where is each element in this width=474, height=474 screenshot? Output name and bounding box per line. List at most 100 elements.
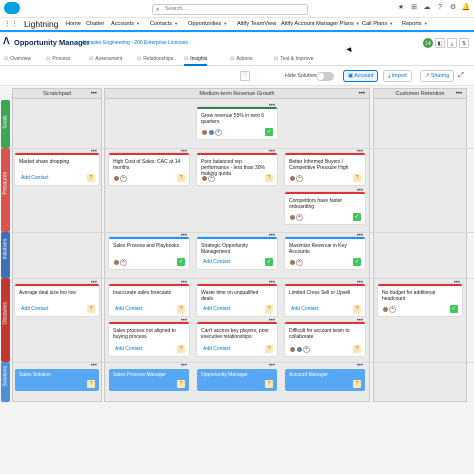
question-icon[interactable]: ? <box>353 380 361 388</box>
check-icon[interactable]: ✓ <box>177 258 185 266</box>
avatar[interactable] <box>289 259 296 266</box>
question-icon[interactable]: ? <box>177 174 185 182</box>
more-icon[interactable]: ••• <box>357 188 363 194</box>
question-icon[interactable]: ? <box>353 345 361 353</box>
question-icon[interactable]: ? <box>265 174 273 182</box>
avatar[interactable] <box>113 259 120 266</box>
add-contact-link[interactable]: Add Contact <box>115 306 143 312</box>
question-icon[interactable]: ? <box>177 345 185 353</box>
solution-card-opportunity-manager[interactable]: ••• Opportunity Manager ? <box>197 363 277 391</box>
question-icon[interactable]: ? <box>177 305 185 313</box>
more-icon[interactable]: ••• <box>91 363 97 369</box>
add-contact-link[interactable]: Add Contact <box>21 306 49 312</box>
avatar[interactable] <box>113 175 120 182</box>
add-contact-icon[interactable]: + <box>120 175 127 182</box>
add-contact-link[interactable]: Add Contact <box>203 306 231 312</box>
more-icon[interactable]: ••• <box>357 363 363 369</box>
add-contact-icon[interactable]: + <box>389 306 396 313</box>
avatar[interactable] <box>201 129 208 136</box>
app-launcher-icon[interactable]: ⋮⋮ <box>4 21 18 29</box>
nav-accounts[interactable]: Accounts ▼ <box>111 21 140 27</box>
insight-card-wasted-time[interactable]: ••• Waste time on unqualified deals Add … <box>197 280 277 316</box>
more-icon[interactable]: ••• <box>269 149 275 155</box>
chevron-down-icon[interactable]: ▼ <box>424 21 428 26</box>
check-icon[interactable]: ✓ <box>265 128 273 136</box>
avatar[interactable] <box>208 129 215 136</box>
question-icon[interactable]: ? <box>177 380 185 388</box>
more-icon[interactable]: ••• <box>91 149 97 155</box>
more-icon[interactable]: ••• <box>357 149 363 155</box>
chevron-down-icon[interactable]: ▼ <box>136 21 140 26</box>
avatar[interactable] <box>289 214 296 221</box>
tab-test-improve[interactable]: ⊟ Test & Improve <box>274 56 314 62</box>
add-contact-icon[interactable]: + <box>208 175 215 182</box>
more-icon[interactable]: ••• <box>357 318 363 324</box>
favorite-icon[interactable]: ♡ <box>240 71 250 81</box>
insight-card-difficult[interactable]: ••• Difficult for account team to collab… <box>285 318 365 356</box>
question-icon[interactable]: ? <box>87 380 95 388</box>
nav-call-plans[interactable]: Call Plans ▼ <box>362 21 393 27</box>
add-contact-link[interactable]: Add Contact <box>21 175 49 181</box>
add-contact-icon[interactable]: + <box>120 259 127 266</box>
insight-card-maximize-revenue[interactable]: ••• Maximize Revenue in Key Accounts + ✓ <box>285 233 365 269</box>
question-icon[interactable]: ? <box>87 305 95 313</box>
add-contact-link[interactable]: Add Contact <box>115 346 143 352</box>
insight-card-poor-rep[interactable]: ••• Poor balanced rep performance - less… <box>197 149 277 185</box>
sharing-button[interactable]: ↗ Sharing <box>420 70 455 82</box>
avatar[interactable] <box>382 306 389 313</box>
more-icon[interactable]: ••• <box>181 318 187 324</box>
insight-card-not-aligned[interactable]: ••• Sales process not aligned to buying … <box>109 318 189 356</box>
help-icon[interactable]: ? <box>435 3 445 13</box>
tab-insights[interactable]: ⊟ Insights <box>184 56 208 66</box>
nav-contacts[interactable]: Contacts ▼ <box>150 21 178 27</box>
score-badge[interactable]: 14 <box>423 38 433 48</box>
insight-card-high-cost[interactable]: ••• High Cost of Sales: CAC at 14 months… <box>109 149 189 185</box>
question-icon[interactable]: ? <box>87 174 95 182</box>
question-icon[interactable]: ? <box>265 345 273 353</box>
chevron-down-icon[interactable]: ▼ <box>174 21 178 26</box>
more-icon[interactable]: ••• <box>454 280 460 286</box>
avatar[interactable] <box>289 346 296 353</box>
more-icon[interactable]: ••• <box>357 280 363 286</box>
setup-icon[interactable]: ☁ <box>422 3 432 13</box>
insight-card-avg-deal[interactable]: ••• Average deal size too low Add Contac… <box>15 280 99 316</box>
more-icon[interactable]: ••• <box>181 149 187 155</box>
add-contact-link[interactable]: Add Contact <box>203 259 231 265</box>
insight-card-better-buyers[interactable]: ••• Better Informed Buyers / Competitive… <box>285 149 365 185</box>
tab-relationships[interactable]: ⊟ Relationships <box>137 56 173 62</box>
gear-icon[interactable]: ⚙ <box>448 3 458 13</box>
favorites-icon[interactable]: ★ <box>396 3 406 13</box>
check-icon[interactable]: ✓ <box>353 258 361 266</box>
expand-icon[interactable]: ⤢ <box>456 71 466 81</box>
nav-home[interactable]: Home <box>66 21 81 27</box>
opportunity-link[interactable]: Ancaster Engineering - 200 Enterprise Li… <box>82 40 188 46</box>
salesforce-logo-icon[interactable] <box>4 2 20 14</box>
avatar[interactable] <box>201 175 208 182</box>
insight-card-grow-revenue[interactable]: ••• Grow revenue 55% in next 6 quarters … <box>197 103 277 139</box>
add-contact-link[interactable]: Add Contact <box>203 346 231 352</box>
nav-altify-account-manager-plans[interactable]: Altify Account Manager Plans ▼ <box>281 21 360 27</box>
question-icon[interactable]: ? <box>265 380 273 388</box>
more-icon[interactable]: ••• <box>357 233 363 239</box>
insight-card-no-budget[interactable]: ••• No budget for additional headcount +… <box>378 280 462 316</box>
add-contact-icon[interactable]: + <box>215 129 222 136</box>
more-icon[interactable]: ••• <box>269 233 275 239</box>
solution-card-sales-solution[interactable]: ••• Sales Solution ? <box>15 363 99 391</box>
avatar[interactable] <box>296 346 303 353</box>
more-icon[interactable]: ••• <box>181 363 187 369</box>
check-icon[interactable]: ✓ <box>353 213 361 221</box>
insight-card-cant-access[interactable]: ••• Can't access key players, poor execu… <box>197 318 277 356</box>
avatar[interactable] <box>289 175 296 182</box>
question-icon[interactable]: ? <box>265 305 273 313</box>
add-contact-link[interactable]: Add Contact <box>291 306 319 312</box>
more-icon[interactable]: ••• <box>269 280 275 286</box>
tag-icon[interactable]: ◧ <box>435 38 445 48</box>
insight-card-competitors[interactable]: ••• Competitors have faster onboarding +… <box>285 188 365 224</box>
global-search-input[interactable]: ⌕ Search... <box>152 4 308 15</box>
more-icon[interactable]: ••• <box>456 89 462 100</box>
more-icon[interactable]: ••• <box>269 318 275 324</box>
question-icon[interactable]: ? <box>353 305 361 313</box>
more-icon[interactable]: ••• <box>269 103 275 109</box>
insight-card-market-share[interactable]: ••• Market share dropping Add Contact ? <box>15 149 99 185</box>
chevron-down-icon[interactable]: ▼ <box>389 21 393 26</box>
